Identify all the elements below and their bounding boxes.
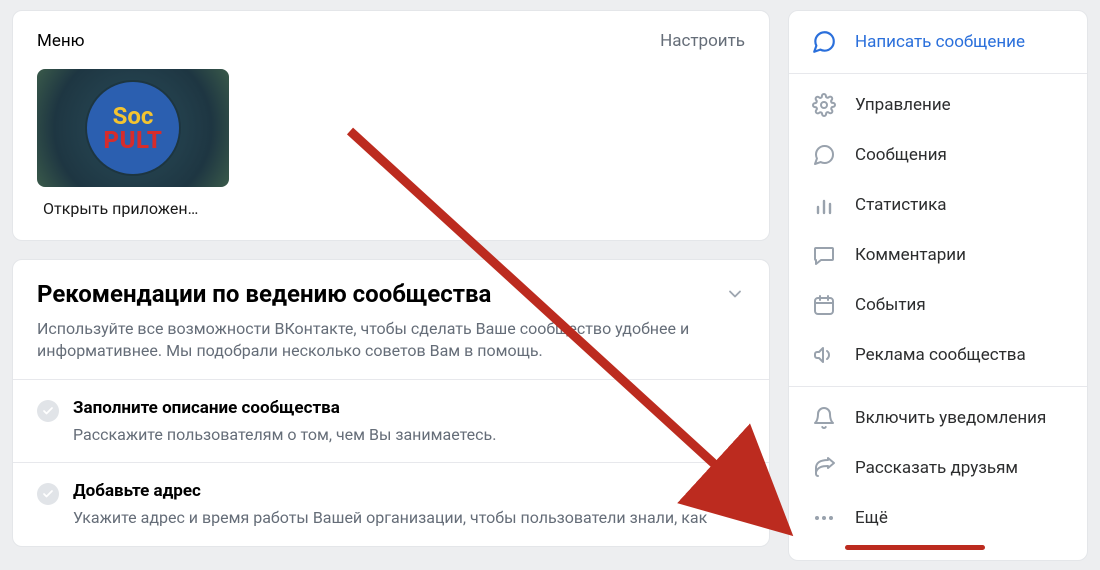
menu-title: Меню <box>37 31 85 51</box>
sidebar-item-label: Реклама сообщества <box>855 345 1026 365</box>
check-icon <box>37 400 59 422</box>
sidebar-item-label: Ещё <box>855 508 888 528</box>
sidebar-item-comments[interactable]: Комментарии <box>789 230 1087 280</box>
comment-icon <box>811 242 837 268</box>
sidebar-item-stats[interactable]: Статистика <box>789 180 1087 230</box>
sidebar-item-label: Включить уведомления <box>855 408 1046 428</box>
recommendations-subtitle: Используйте все возможности ВКонтакте, ч… <box>37 318 745 363</box>
megaphone-icon <box>811 342 837 368</box>
sidebar-item-label: Рассказать друзьям <box>855 458 1018 478</box>
app-logo-line1: Soc <box>113 104 154 128</box>
app-logo: Soc PULT <box>87 82 179 174</box>
sidebar-item-write-message[interactable]: Написать сообщение <box>789 17 1087 67</box>
sidebar-item-ads[interactable]: Реклама сообщества <box>789 330 1087 380</box>
calendar-icon <box>811 292 837 318</box>
divider <box>789 386 1087 387</box>
recommendation-item[interactable]: Добавьте адрес Укажите адрес и время раб… <box>13 462 769 545</box>
chevron-down-icon[interactable] <box>725 284 745 308</box>
check-icon <box>37 483 59 505</box>
app-thumbnail: Soc PULT <box>37 69 229 187</box>
recommendation-item-title: Добавьте адрес <box>73 481 707 501</box>
divider <box>789 73 1087 74</box>
sidebar-item-notifications[interactable]: Включить уведомления <box>789 393 1087 443</box>
recommendation-item[interactable]: Заполните описание сообщества Расскажите… <box>13 379 769 462</box>
gear-icon <box>811 92 837 118</box>
share-icon <box>811 455 837 481</box>
sidebar-item-label: Управление <box>855 95 951 115</box>
sidebar: Написать сообщение Управление Сообщения <box>788 10 1088 561</box>
recommendations-card: Рекомендации по ведению сообщества Испол… <box>12 259 770 547</box>
more-icon <box>811 505 837 531</box>
sidebar-item-messages[interactable]: Сообщения <box>789 130 1087 180</box>
sidebar-item-share[interactable]: Рассказать друзьям <box>789 443 1087 493</box>
sidebar-item-label: Статистика <box>855 195 947 215</box>
app-logo-line2: PULT <box>104 128 163 152</box>
menu-settings-link[interactable]: Настроить <box>660 31 745 51</box>
sidebar-item-label: Комментарии <box>855 245 966 265</box>
bell-icon <box>811 405 837 431</box>
sidebar-item-manage[interactable]: Управление <box>789 80 1087 130</box>
recommendation-item-title: Заполните описание сообщества <box>73 398 496 418</box>
chat-icon <box>811 142 837 168</box>
sidebar-item-label: События <box>855 295 926 315</box>
stats-icon <box>811 192 837 218</box>
menu-card: Меню Настроить Soc PULT Открыть приложен… <box>12 10 770 241</box>
message-bubble-icon <box>811 29 837 55</box>
sidebar-item-label: Написать сообщение <box>855 32 1025 52</box>
app-caption: Открыть приложен… <box>37 199 229 218</box>
sidebar-item-label: Сообщения <box>855 145 947 165</box>
sidebar-item-events[interactable]: События <box>789 280 1087 330</box>
app-tile[interactable]: Soc PULT Открыть приложен… <box>37 69 229 218</box>
sidebar-item-more[interactable]: Ещё <box>789 493 1087 543</box>
recommendation-item-subtitle: Расскажите пользователям о том, чем Вы з… <box>73 424 496 446</box>
recommendations-title: Рекомендации по ведению сообщества <box>37 280 491 308</box>
highlight-underline <box>845 545 985 550</box>
recommendation-item-subtitle: Укажите адрес и время работы Вашей орган… <box>73 507 707 529</box>
